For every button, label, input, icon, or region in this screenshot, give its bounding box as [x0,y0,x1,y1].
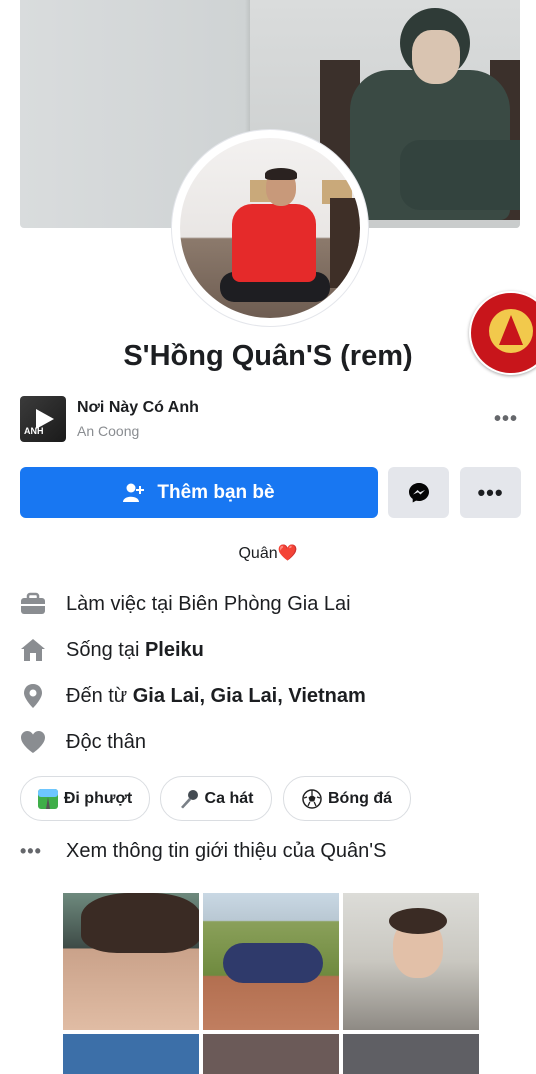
briefcase-icon [20,591,46,617]
music-artist: An Coong [77,423,140,439]
heart-icon: ❤️ [277,545,298,562]
hobby-chip-singing[interactable]: Ca hát [160,776,272,821]
soccer-ball-icon [302,788,322,809]
avatar-door [330,198,360,288]
heart-outline-icon [20,729,46,755]
music-thumbnail[interactable]: ANH [20,396,66,442]
microphone-icon [179,789,199,809]
cover-figure-face [412,30,460,84]
photo-thumbnail[interactable] [343,1034,479,1074]
work-text: Làm việc tại Biên Phòng Gia Lai [66,592,351,615]
photo-thumbnail[interactable] [203,893,339,1030]
more-options-button[interactable]: ••• [460,467,521,518]
music-more-icon[interactable]: ••• [494,409,518,429]
bio-text: Quân [238,545,278,562]
avatar[interactable] [180,138,360,318]
location-pin-icon [20,683,46,709]
see-about-link[interactable]: ••• Xem thông tin giới thiệu của Quân'S [20,840,386,863]
more-dots-icon: ••• [20,841,42,861]
music-thumb-text: ANH [24,426,44,436]
relationship-row: Độc thân [20,728,520,756]
lives-row: Sống tại Pleiku [20,636,520,664]
home-icon [20,637,46,663]
photo-thumbnail[interactable] [63,1034,199,1074]
music-title[interactable]: Nơi Này Có Anh [77,399,199,417]
relationship-text: Độc thân [66,730,147,753]
hobby-chip-road-trip[interactable]: Đi phượt [20,776,150,821]
photo-thumbnail[interactable] [343,893,479,1030]
photo-motorbike [223,943,323,983]
see-about-label: Xem thông tin giới thiệu của Quân'S [66,840,387,862]
from-place[interactable]: Gia Lai, Gia Lai, Vietnam [133,685,366,708]
messenger-icon [408,482,429,502]
add-friend-button[interactable]: Thêm bạn bè [20,467,378,518]
lives-prefix: Sống tại [66,638,145,661]
messenger-button[interactable] [388,467,449,518]
hobby-label: Bóng đá [328,789,392,807]
avatar-hair [265,168,297,180]
road-trip-icon [37,788,58,809]
from-row: Đến từ Gia Lai, Gia Lai, Vietnam [20,682,520,710]
add-person-icon [123,483,145,502]
photo-thumbnail[interactable] [63,893,199,1030]
photo-hair [389,908,447,934]
profile-name: S'Hồng Quân'S (rem) [123,340,413,372]
from-prefix: Đến từ [66,684,133,707]
work-row: Làm việc tại Biên Phòng Gia Lai [20,590,520,618]
lives-place[interactable]: Pleiku [145,639,204,662]
cover-figure-legs [400,140,520,210]
add-friend-label: Thêm bạn bè [157,481,275,503]
avatar-shirt [232,204,316,282]
photo-hair [81,893,199,953]
hobby-label: Ca hát [204,789,254,807]
bio: Quân❤️ [0,543,536,563]
hobby-chip-football[interactable]: Bóng đá [283,776,411,821]
photo-thumbnail[interactable] [203,1034,339,1074]
hobby-label: Đi phượt [63,789,133,807]
